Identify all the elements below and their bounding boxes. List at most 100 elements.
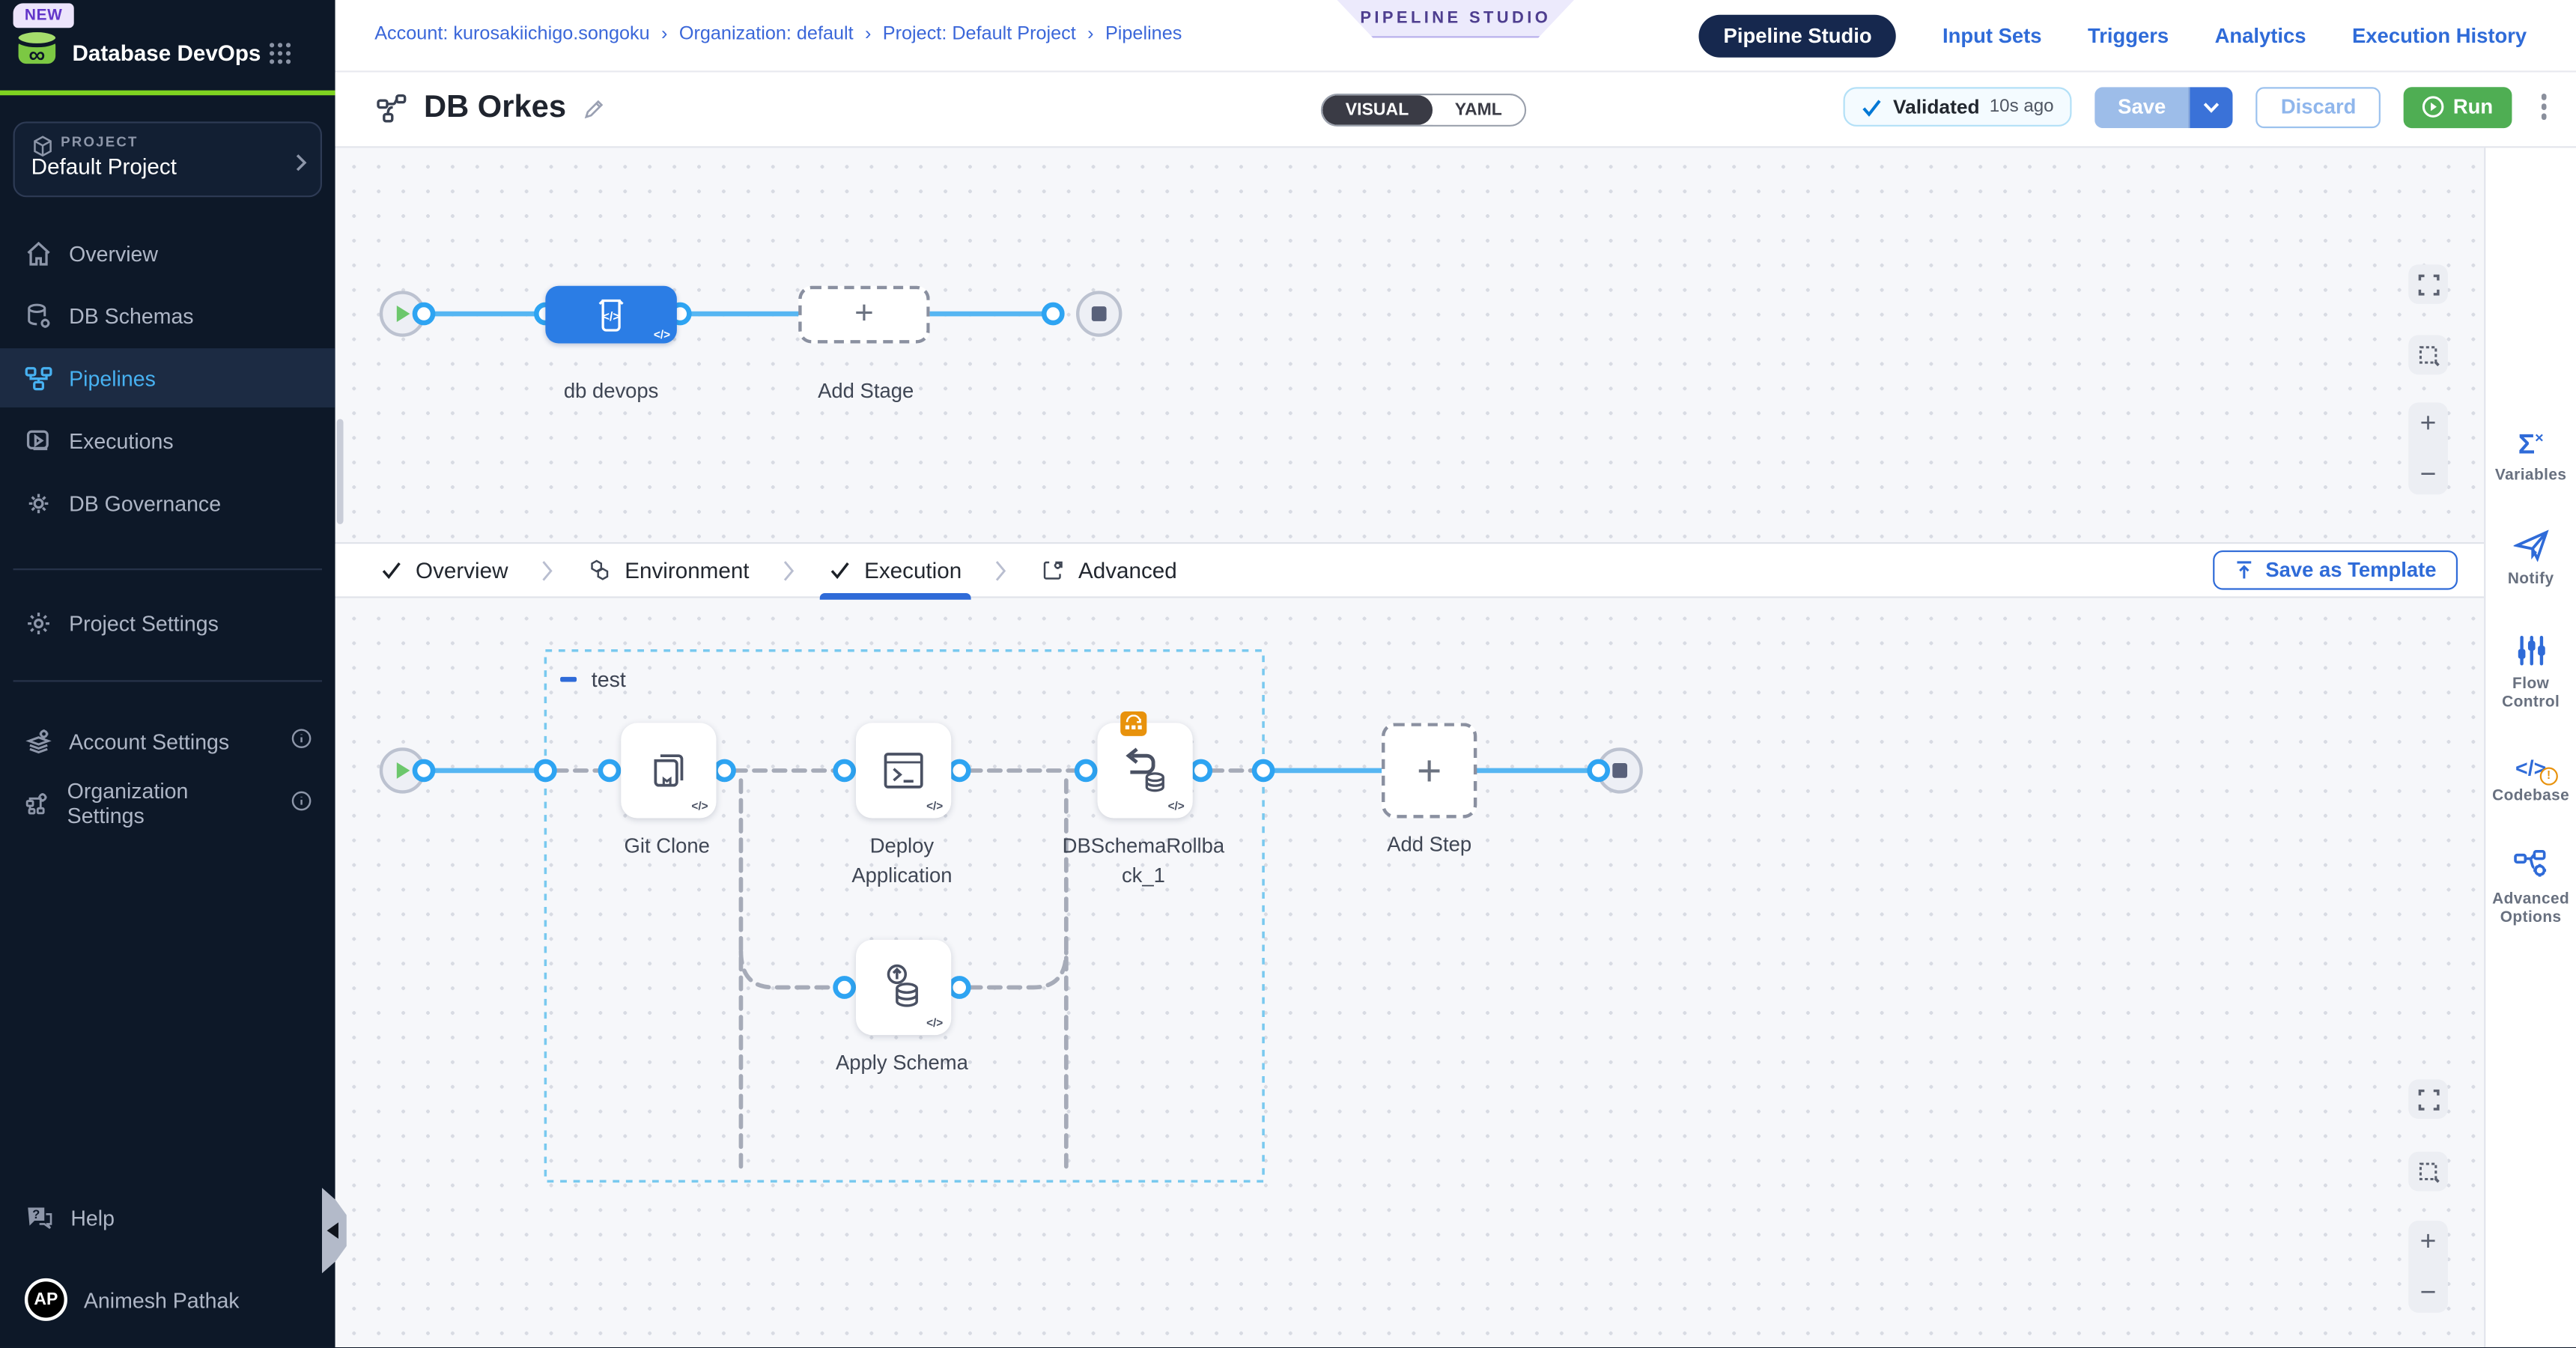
tab-execution-history[interactable]: Execution History — [2352, 25, 2527, 48]
collapse-group-button[interactable] — [559, 670, 578, 689]
tab-pipeline-studio[interactable]: Pipeline Studio — [1699, 15, 1897, 58]
sidebar-item-executions[interactable]: Executions — [0, 410, 335, 470]
info-icon[interactable] — [291, 790, 312, 816]
new-badge: NEW — [13, 3, 74, 28]
rail-item-flow-control[interactable]: Flow Control — [2485, 634, 2576, 712]
zoom-out-button[interactable]: − — [2420, 1278, 2437, 1306]
run-button[interactable]: Run — [2404, 86, 2511, 127]
stage-node-db-devops[interactable]: </> </> — [545, 286, 677, 344]
stage-graph-canvas[interactable]: </> </> db devops + Add Stage + − — [335, 148, 2485, 542]
step-label-deploy-application[interactable]: Deploy Application — [834, 831, 969, 891]
right-rail: Σ× Variables Notify Flow Control — [2484, 148, 2576, 1347]
fullscreen-button[interactable] — [2408, 264, 2448, 304]
sidebar-item-overview[interactable]: Overview — [0, 223, 335, 282]
scrollbar-thumb[interactable] — [337, 419, 344, 523]
sidebar-item-user-profile[interactable]: AP Animesh Pathak — [0, 1266, 335, 1332]
edit-pencil-icon[interactable] — [581, 96, 606, 121]
step-label-git-clone[interactable]: Git Clone — [625, 831, 710, 861]
sidebar-item-label: DB Schemas — [69, 303, 193, 328]
add-step-node[interactable]: + — [1382, 723, 1477, 818]
rail-label: Variables — [2495, 467, 2567, 485]
step-node-dbschemarollback[interactable]: </> — [1098, 723, 1193, 818]
tab-overview[interactable]: Overview — [371, 542, 518, 598]
sidebar-item-label: Project Settings — [69, 610, 219, 635]
tab-input-sets[interactable]: Input Sets — [1942, 25, 2042, 48]
git-clone-icon — [645, 746, 691, 795]
sidebar-item-pipelines[interactable]: Pipelines — [0, 348, 335, 407]
variables-icon: Σ× — [2518, 431, 2544, 458]
more-options-kebab[interactable] — [2534, 88, 2553, 127]
sidebar-item-db-schemas[interactable]: DB Schemas — [0, 286, 335, 345]
user-name: Animesh Pathak — [84, 1287, 240, 1312]
avatar: AP — [25, 1278, 67, 1321]
add-stage-label[interactable]: Add Stage — [818, 376, 914, 406]
save-as-template-button[interactable]: Save as Template — [2213, 550, 2458, 590]
sidebar-item-project-settings[interactable]: Project Settings — [0, 593, 335, 652]
rail-label: Flow Control — [2485, 675, 2576, 712]
sidebar-item-organization-settings[interactable]: Organization Settings — [0, 774, 335, 833]
project-selector[interactable]: PROJECT Default Project — [13, 121, 322, 197]
svg-text:∞: ∞ — [28, 41, 45, 67]
plus-icon: + — [1417, 745, 1442, 796]
step-group-title[interactable]: test — [592, 667, 626, 692]
tab-triggers[interactable]: Triggers — [2088, 25, 2169, 48]
stage-label[interactable]: db devops — [564, 376, 659, 406]
fullscreen-button[interactable] — [2408, 1079, 2448, 1119]
toggle-yaml[interactable]: YAML — [1432, 95, 1525, 124]
zoom-in-button[interactable]: + — [2420, 1227, 2437, 1255]
notify-paper-plane-icon — [2513, 529, 2549, 562]
tab-advanced[interactable]: Advanced — [1033, 542, 1187, 598]
step-node-git-clone[interactable]: </> — [621, 723, 716, 818]
fullscreen-icon — [2417, 273, 2439, 295]
db-schemas-icon — [25, 302, 52, 330]
zoom-out-button[interactable]: − — [2420, 460, 2437, 488]
breadcrumb-organization[interactable]: Organization: default — [679, 25, 854, 44]
project-label: PROJECT — [61, 133, 304, 150]
select-region-button[interactable] — [2408, 1152, 2448, 1191]
discard-button[interactable]: Discard — [2256, 86, 2381, 127]
app-grid-icon[interactable] — [268, 41, 293, 74]
save-options-caret[interactable] — [2190, 86, 2233, 127]
terminal-icon — [881, 747, 926, 793]
sidebar-item-account-settings[interactable]: Account Settings — [0, 711, 335, 771]
visual-yaml-toggle[interactable]: VISUAL YAML — [1321, 94, 1527, 127]
sidebar-item-help[interactable]: ? Help — [0, 1188, 335, 1247]
db-governance-icon — [25, 489, 52, 517]
rail-label: Advanced Options — [2485, 890, 2576, 928]
flow-control-icon — [2515, 634, 2548, 667]
select-region-button[interactable] — [2408, 336, 2448, 375]
rail-item-variables[interactable]: Σ× Variables — [2485, 431, 2576, 485]
rail-item-notify[interactable]: Notify — [2485, 529, 2576, 589]
rollback-badge-icon — [1120, 711, 1146, 736]
execution-canvas[interactable]: test </> Git Clone </> Deploy Applicatio… — [335, 600, 2485, 1347]
tab-environment[interactable]: Environment — [579, 542, 759, 598]
pipeline-nav: Pipeline Studio Input Sets Triggers Anal… — [1699, 15, 2527, 58]
toggle-visual[interactable]: VISUAL — [1322, 95, 1432, 124]
step-node-apply-schema[interactable]: </> — [856, 940, 951, 1035]
stage-connectors-svg — [335, 148, 2485, 542]
rail-item-codebase[interactable]: </> ! Codebase — [2485, 756, 2576, 804]
validated-pill[interactable]: Validated 10s ago — [1844, 87, 2072, 127]
zoom-in-button[interactable]: + — [2420, 409, 2437, 437]
info-icon[interactable] — [291, 728, 312, 754]
step-node-deploy-application[interactable]: </> — [856, 723, 951, 818]
rail-item-advanced-options[interactable]: Advanced Options — [2485, 849, 2576, 928]
breadcrumb-project[interactable]: Project: Default Project — [883, 25, 1076, 44]
sidebar-item-db-governance[interactable]: DB Governance — [0, 473, 335, 532]
step-label-apply-schema[interactable]: Apply Schema — [836, 1048, 968, 1078]
tab-analytics[interactable]: Analytics — [2215, 25, 2306, 48]
validated-label: Validated — [1893, 95, 1980, 118]
step-label-dbschemarollback[interactable]: DBSchemaRollback_1 — [1061, 831, 1225, 891]
code-badge: </> — [654, 330, 670, 341]
sidebar-item-label: Organization Settings — [67, 779, 258, 828]
add-step-label[interactable]: Add Step — [1387, 830, 1471, 860]
tab-execution[interactable]: Execution — [820, 542, 971, 598]
breadcrumb-account[interactable]: Account: kurosakiichigo.songoku — [374, 25, 649, 44]
check-icon — [830, 560, 851, 580]
marquee-select-icon — [2417, 344, 2439, 366]
add-stage-node[interactable]: + — [798, 286, 930, 344]
breadcrumb-separator: › — [865, 25, 871, 44]
breadcrumb-pipelines[interactable]: Pipelines — [1105, 25, 1182, 44]
project-cube-icon — [31, 135, 55, 166]
save-button[interactable]: Save — [2094, 86, 2190, 127]
